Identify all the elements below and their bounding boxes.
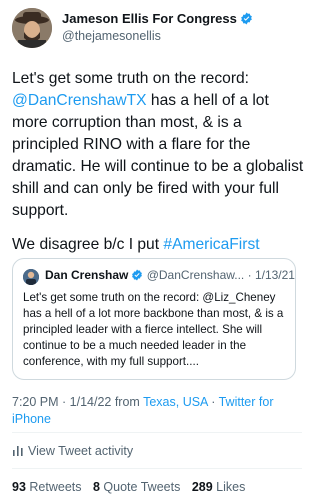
author-handle[interactable]: @thejamesonellis [62, 29, 161, 43]
retweets-label: Retweets [29, 480, 82, 494]
tweet-text-line2: We disagree b/c I put [12, 236, 164, 253]
metadata-separator: · [207, 395, 219, 409]
author-display-name[interactable]: Jameson Ellis For Congress [62, 11, 253, 26]
tweet-paragraph-2: We disagree b/c I put #AmericaFirst [12, 234, 304, 256]
verified-badge-icon [240, 12, 252, 25]
quoted-author-name: Dan Crenshaw [45, 268, 129, 282]
quoted-tweet-date: 1/13/21 [254, 268, 295, 282]
hashtag-link[interactable]: #AmericaFirst [163, 236, 259, 253]
mention-link[interactable]: @DanCrenshawTX [12, 92, 147, 109]
quote-tweets-label: Quote Tweets [103, 480, 181, 494]
divider-top [12, 432, 302, 433]
likes-count: 289 [191, 480, 213, 494]
tweet-time-date[interactable]: 7:20 PM · 1/14/22 from [12, 395, 143, 409]
quoted-tweet-header: Dan Crenshaw @DanCrenshaw... · 1/13/21 [45, 268, 295, 282]
author-avatar[interactable] [12, 8, 52, 48]
quoted-meta-separator: · [244, 268, 255, 282]
retweets-count: 93 [12, 480, 26, 494]
likes-stat[interactable]: 289 Likes [192, 480, 246, 494]
quoted-author-handle: @DanCrenshaw... [146, 268, 245, 282]
divider-middle [12, 468, 302, 469]
likes-label: Likes [216, 480, 246, 494]
quote-tweets-count: 8 [92, 480, 100, 494]
tweet-header: Jameson Ellis For Congress @thejamesonel… [12, 8, 302, 52]
view-tweet-activity-label: View Tweet activity [28, 444, 134, 458]
location-link[interactable]: Texas, USA [143, 395, 208, 409]
quoted-author-avatar [23, 269, 39, 285]
tweet-text-start: Let's get some truth on the record: [12, 70, 250, 87]
author-name-text: Jameson Ellis For Congress [62, 11, 237, 26]
quoted-tweet-text: Let's get some truth on the record: @Liz… [23, 291, 284, 368]
tweet-body: Let's get some truth on the record: @Dan… [12, 68, 304, 256]
quoted-verified-badge-icon [132, 269, 143, 281]
activity-bars-icon [13, 446, 23, 456]
tweet-paragraph-1: Let's get some truth on the record: @Dan… [12, 68, 304, 222]
quote-tweets-stat[interactable]: 8 Quote Tweets [93, 480, 180, 494]
retweets-stat[interactable]: 93 Retweets [12, 480, 82, 494]
tweet-stats: 93 Retweets 8 Quote Tweets 289 Likes [12, 480, 253, 494]
tweet-metadata: 7:20 PM · 1/14/22 from Texas, USA · Twit… [12, 394, 302, 428]
view-tweet-activity-link[interactable]: View Tweet activity [12, 444, 133, 458]
tweet-text-rest: has a hell of a lot more corruption than… [12, 92, 304, 219]
quoted-tweet-card[interactable]: Dan Crenshaw @DanCrenshaw... · 1/13/21 L… [12, 258, 296, 380]
